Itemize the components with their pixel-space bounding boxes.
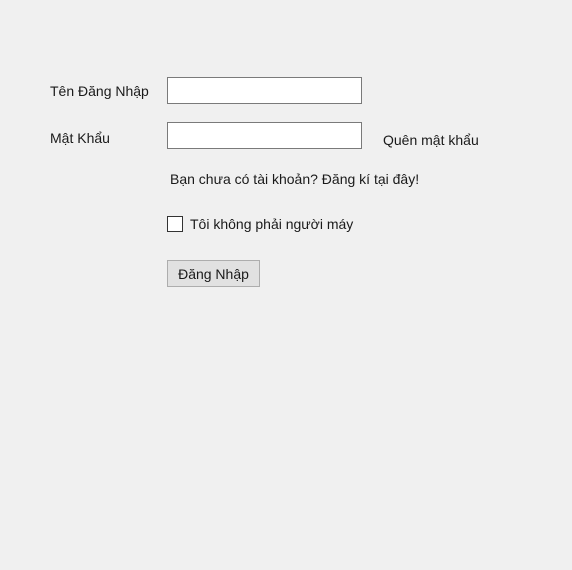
- username-label: Tên Đăng Nhập: [50, 83, 149, 99]
- captcha-checkbox-label: Tôi không phải người máy: [190, 216, 354, 232]
- username-input[interactable]: [167, 77, 362, 104]
- login-button[interactable]: Đăng Nhập: [167, 260, 260, 287]
- password-input[interactable]: [167, 122, 362, 149]
- register-link[interactable]: Bạn chưa có tài khoản? Đăng kí tại đây!: [170, 170, 419, 188]
- forgot-password-link[interactable]: Quên mật khẩu: [383, 131, 479, 149]
- password-label: Mật Khẩu: [50, 130, 110, 146]
- captcha-checkbox[interactable]: [167, 216, 183, 232]
- captcha-checkbox-row[interactable]: Tôi không phải người máy: [167, 215, 353, 233]
- login-window: Tên Đăng Nhập Mật Khẩu Quên mật khẩu Bạn…: [0, 0, 572, 570]
